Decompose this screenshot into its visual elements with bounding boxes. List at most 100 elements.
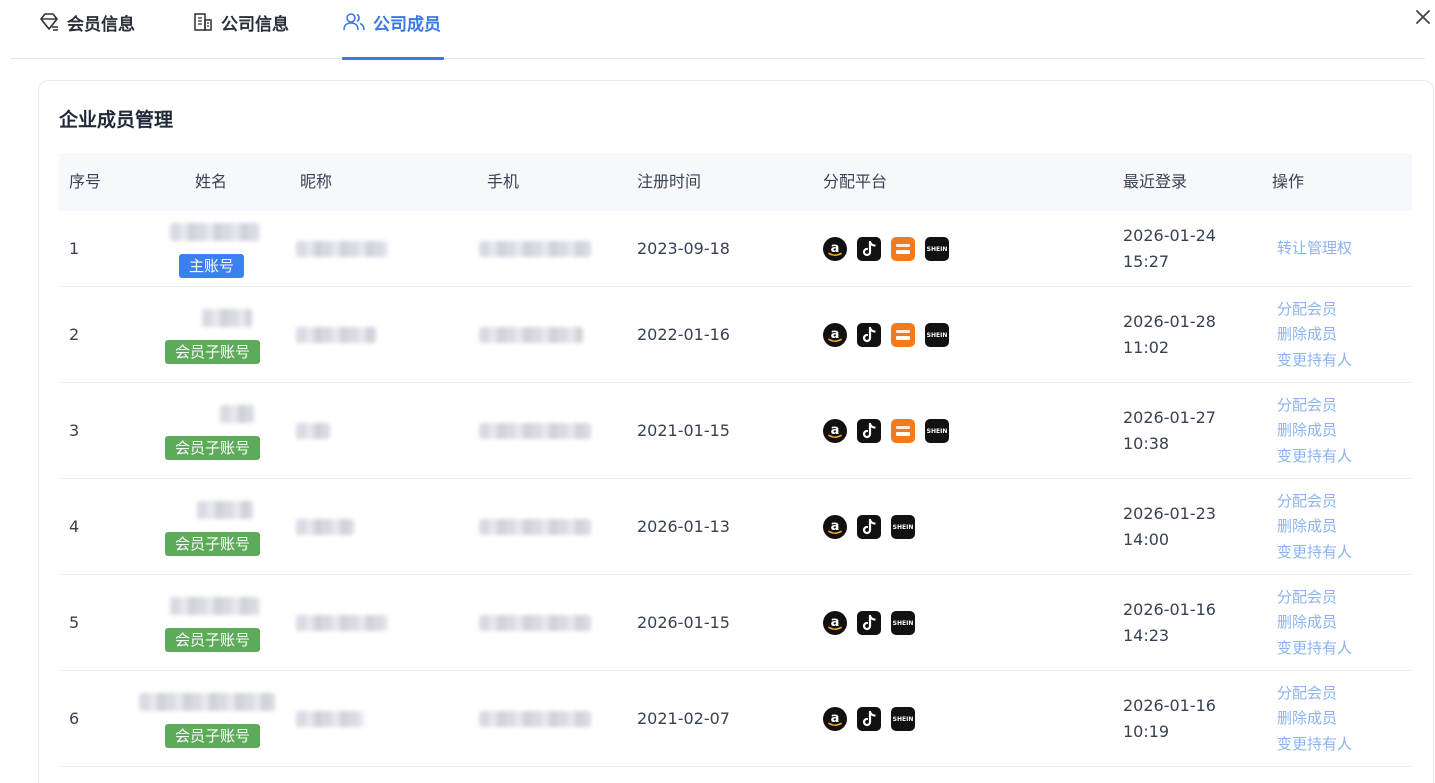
registered-date: 2026-01-13 <box>637 517 730 536</box>
phone-redacted <box>479 423 591 439</box>
name-redacted <box>170 597 260 615</box>
change-holder-link[interactable]: 变更持有人 <box>1277 540 1352 566</box>
last-login-time: 14:23 <box>1123 626 1170 645</box>
column-header: 序号 <box>69 172 102 191</box>
change-holder-link[interactable]: 变更持有人 <box>1277 732 1352 758</box>
amazon-icon: a <box>823 707 847 731</box>
platform-list: a SHEIN <box>823 237 949 261</box>
row-seq: 5 <box>69 613 80 632</box>
row-actions: 分配会员 删除成员 变更持有人 <box>1277 681 1352 758</box>
change-holder-link[interactable]: 变更持有人 <box>1277 444 1352 470</box>
assign-membership-link[interactable]: 分配会员 <box>1277 489 1352 515</box>
tab-label: 公司成员 <box>373 14 441 35</box>
assign-membership-link[interactable]: 分配会员 <box>1277 681 1352 707</box>
last-login: 2026-01-23 14:00 <box>1123 501 1216 553</box>
close-icon[interactable] <box>1412 6 1434 28</box>
last-login: 2026-01-16 10:19 <box>1123 693 1216 745</box>
change-holder-link[interactable]: 变更持有人 <box>1277 636 1352 662</box>
transfer-admin-link[interactable]: 转让管理权 <box>1277 236 1352 262</box>
remove-member-link[interactable]: 删除成员 <box>1277 610 1352 636</box>
temu-icon <box>891 323 915 347</box>
shein-icon: SHEIN <box>925 419 949 443</box>
shein-icon: SHEIN <box>925 323 949 347</box>
tab-company-info[interactable]: 公司信息 <box>192 8 289 36</box>
temu-icon <box>891 419 915 443</box>
row-actions: 分配会员 删除成员 变更持有人 <box>1277 393 1352 470</box>
tab-bar: 会员信息 公司信息 公司成员 <box>0 0 1435 60</box>
name-redacted <box>170 223 260 241</box>
table-row: 3 会员子账号 2021-01-15 a SHEIN 2026-01-27 10:38 分配会… <box>59 383 1412 479</box>
assign-membership-link[interactable]: 分配会员 <box>1277 297 1352 323</box>
assign-membership-link[interactable]: 分配会员 <box>1277 585 1352 611</box>
table-row: 1 主账号 2023-09-18 a SHEIN 2026-01-24 15:27 转让管理权 <box>59 211 1412 287</box>
nickname-redacted <box>296 423 330 439</box>
table-header: 序号 姓名 昵称 手机 注册时间 分配平台 最近登录 操作 <box>59 153 1412 211</box>
amazon-icon: a <box>823 611 847 635</box>
tiktok-icon <box>857 611 881 635</box>
shein-icon: SHEIN <box>891 707 915 731</box>
last-login-time: 14:00 <box>1123 530 1170 549</box>
last-login: 2026-01-27 10:38 <box>1123 405 1216 457</box>
svg-text:a: a <box>831 327 840 342</box>
last-login-date: 2026-01-27 <box>1123 408 1216 427</box>
card-title: 企业成员管理 <box>59 109 174 131</box>
sub-account-badge: 会员子账号 <box>165 436 261 460</box>
last-login-time: 15:27 <box>1123 252 1170 271</box>
svg-text:a: a <box>831 423 840 438</box>
remove-member-link[interactable]: 删除成员 <box>1277 706 1352 732</box>
building-icon <box>192 11 214 33</box>
last-login-time: 10:19 <box>1123 722 1170 741</box>
diamond-icon <box>38 11 60 33</box>
amazon-icon: a <box>823 323 847 347</box>
table-row: 6 会员子账号 2021-02-07 a SHEIN 2026-01-16 10:19 分配会… <box>59 671 1412 767</box>
row-seq: 3 <box>69 421 80 440</box>
registered-date: 2026-01-15 <box>637 613 730 632</box>
tab-company-members[interactable]: 公司成员 <box>342 8 441 36</box>
registered-date: 2022-01-16 <box>637 325 730 344</box>
shein-icon: SHEIN <box>925 237 949 261</box>
row-actions: 分配会员 删除成员 变更持有人 <box>1277 297 1352 374</box>
column-header: 手机 <box>487 172 520 191</box>
nickname-redacted <box>296 327 376 343</box>
name-redacted <box>220 405 254 423</box>
tiktok-icon <box>857 237 881 261</box>
amazon-icon: a <box>823 515 847 539</box>
remove-member-link[interactable]: 删除成员 <box>1277 418 1352 444</box>
svg-text:a: a <box>831 519 840 534</box>
last-login-date: 2026-01-24 <box>1123 226 1216 245</box>
last-login: 2026-01-24 15:27 <box>1123 223 1216 275</box>
change-holder-link[interactable]: 变更持有人 <box>1277 348 1352 374</box>
tab-divider <box>10 58 1425 59</box>
row-seq: 2 <box>69 325 80 344</box>
sub-account-badge: 会员子账号 <box>165 532 261 556</box>
row-actions: 分配会员 删除成员 变更持有人 <box>1277 489 1352 566</box>
column-header: 分配平台 <box>823 172 888 191</box>
name-redacted <box>202 309 252 327</box>
registered-date: 2021-02-07 <box>637 709 730 728</box>
phone-redacted <box>479 615 591 631</box>
last-login: 2026-01-28 11:02 <box>1123 309 1216 361</box>
last-login-date: 2026-01-23 <box>1123 504 1216 523</box>
last-login-time: 10:38 <box>1123 434 1170 453</box>
svg-text:a: a <box>831 615 840 630</box>
name-redacted <box>197 501 253 519</box>
column-header: 最近登录 <box>1123 172 1188 191</box>
assign-membership-link[interactable]: 分配会员 <box>1277 393 1352 419</box>
row-seq: 4 <box>69 517 80 536</box>
platform-list: a SHEIN <box>823 611 915 635</box>
platform-list: a SHEIN <box>823 419 949 443</box>
tiktok-icon <box>857 515 881 539</box>
users-icon <box>342 11 366 33</box>
tab-member-info[interactable]: 会员信息 <box>38 8 135 36</box>
amazon-icon: a <box>823 419 847 443</box>
remove-member-link[interactable]: 删除成员 <box>1277 514 1352 540</box>
platform-list: a SHEIN <box>823 323 949 347</box>
last-login-date: 2026-01-16 <box>1123 696 1216 715</box>
phone-redacted <box>479 711 591 727</box>
sub-account-badge: 会员子账号 <box>165 340 261 364</box>
last-login-time: 11:02 <box>1123 338 1170 357</box>
last-login-date: 2026-01-28 <box>1123 312 1216 331</box>
sub-account-badge: 会员子账号 <box>165 724 261 748</box>
remove-member-link[interactable]: 删除成员 <box>1277 322 1352 348</box>
column-header: 操作 <box>1272 172 1305 191</box>
